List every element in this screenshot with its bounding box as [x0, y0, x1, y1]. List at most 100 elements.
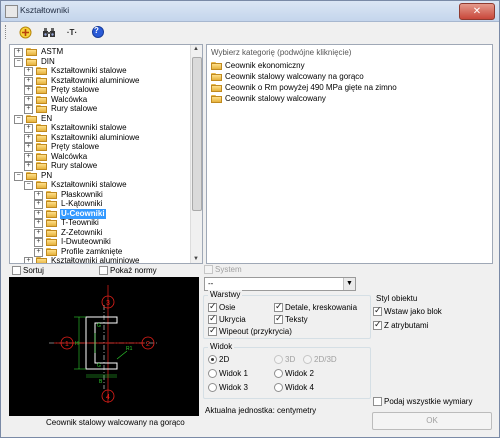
tree-item[interactable]: + Rury stalowe — [10, 161, 188, 171]
tree-item[interactable]: + T-Teowniki — [10, 218, 188, 228]
type-combobox[interactable]: -- ▼ — [204, 277, 356, 291]
tree-item[interactable]: + Pręty stalowe — [10, 142, 188, 152]
tree-item[interactable]: + Profile zamknięte — [10, 247, 188, 257]
widok-2d3d-radio[interactable] — [303, 355, 312, 364]
tree-item[interactable]: + Kształtowniki stalowe — [10, 123, 188, 133]
folder-icon — [36, 124, 47, 132]
folder-icon — [26, 57, 37, 66]
tree-item-label: I-Dwuteowniki — [61, 237, 111, 246]
tree-item[interactable]: + U-Ceowniki — [10, 208, 188, 219]
list-item[interactable]: Ceownik stalowy walcowany na gorąco — [211, 72, 481, 82]
z-atrybutami-checkbox[interactable] — [373, 319, 382, 330]
teksty-checkbox[interactable] — [274, 313, 283, 324]
tree-item-label: U-Ceowniki — [60, 208, 106, 219]
expand-icon[interactable]: + — [24, 257, 33, 263]
tree-item-label: Walcówka — [51, 94, 88, 104]
widok-4-label: Widok 4 — [285, 383, 314, 392]
list-item[interactable]: Ceownik o Rm powyżej 490 MPa gięte na zi… — [211, 83, 481, 93]
osie-checkbox[interactable] — [208, 301, 217, 312]
widok-2d-radio[interactable] — [208, 355, 217, 364]
tree-item[interactable]: + Kształtowniki aluminiowe — [10, 76, 188, 86]
scroll-thumb[interactable] — [192, 57, 202, 211]
folder-icon — [46, 219, 57, 227]
list-item[interactable]: Ceownik ekonomiczny — [211, 61, 481, 71]
wstaw-jako-blok-checkbox[interactable] — [373, 305, 382, 316]
folder-icon — [211, 84, 222, 92]
ukrycia-checkbox[interactable] — [208, 313, 217, 324]
chevron-down-icon[interactable]: ▼ — [343, 278, 355, 290]
add-icon — [19, 26, 32, 38]
tree-item[interactable]: + Kształtowniki aluminiowe — [10, 256, 188, 264]
tree-item[interactable]: − Kształtowniki stalowe — [10, 180, 188, 190]
widok-title: Widok — [208, 342, 235, 351]
help-button[interactable]: ? — [89, 24, 106, 40]
folder-icon — [36, 143, 47, 151]
list-item[interactable]: Ceownik stalowy walcowany — [211, 94, 481, 104]
tree-item[interactable]: − PN — [10, 171, 188, 181]
tree-item[interactable]: − DIN — [10, 57, 188, 67]
tree-item[interactable]: − EN — [10, 114, 188, 124]
system-checkbox[interactable] — [204, 265, 213, 274]
tree-item[interactable]: + L-Kątowniki — [10, 199, 188, 209]
folder-icon — [36, 95, 47, 104]
podaj-wymiary-checkbox[interactable] — [373, 397, 382, 406]
category-list[interactable]: Wybierz kategorię (podwójne kliknięcie) … — [206, 44, 493, 264]
tree-item[interactable]: + Z-Zetowniki — [10, 228, 188, 238]
text-tool-button[interactable]: ·T· — [61, 24, 83, 40]
tree-item-label: ASTM — [41, 47, 64, 56]
widok-2-label: Widok 2 — [285, 369, 314, 378]
tree-scrollbar[interactable]: ▲ ▼ — [190, 45, 202, 263]
tree-item-label: Kształtowniki stalowe — [51, 66, 127, 75]
tree-item[interactable]: + Kształtowniki stalowe — [10, 66, 188, 76]
tree-item[interactable]: + Kształtowniki aluminiowe — [10, 133, 188, 143]
tree-item[interactable]: + Pręty stalowe — [10, 85, 188, 95]
widok-1-label: Widok 1 — [219, 369, 248, 378]
folder-icon — [46, 209, 57, 218]
tree-item-label: Kształtowniki stalowe — [51, 180, 127, 189]
dialog-window: Kształtowniki ✕ ·T· ? ▲ ▼ + ASTM − DIN + Kszt… — [0, 0, 500, 438]
widok-1-radio[interactable] — [208, 369, 217, 378]
widok-3d-radio[interactable] — [274, 355, 283, 364]
detale-checkbox[interactable] — [274, 301, 283, 312]
ok-button[interactable]: OK — [372, 412, 492, 430]
tree-item-label: Płaskowniki — [61, 189, 103, 199]
scroll-down-icon[interactable]: ▼ — [193, 256, 199, 262]
podaj-wymiary-label: Podaj wszystkie wymiary — [384, 397, 473, 406]
add-button[interactable] — [17, 24, 34, 40]
tree-item-label: DIN — [41, 56, 55, 66]
widok-3-radio[interactable] — [208, 383, 217, 392]
toolbar-grip[interactable] — [5, 25, 9, 39]
folder-icon — [36, 76, 47, 85]
find-icon — [42, 27, 55, 37]
widok-4-radio[interactable] — [274, 383, 283, 392]
sortuj-checkbox[interactable] — [12, 266, 21, 275]
widok-2-radio[interactable] — [274, 369, 283, 378]
dim-letter: H — [75, 341, 79, 347]
channel-profile-drawing: 1 2 3 4 G G H B R1 — [49, 285, 159, 403]
wipeout-checkbox[interactable] — [208, 325, 217, 336]
tree-item[interactable]: + Płaskowniki — [10, 190, 188, 200]
tree-item-label: Pręty stalowe — [51, 142, 100, 151]
tree-item[interactable]: + Walcówka — [10, 95, 188, 105]
find-button[interactable] — [40, 24, 57, 40]
tree-item-label: L-Kątowniki — [61, 199, 103, 208]
close-button[interactable]: ✕ — [459, 3, 495, 20]
tree-item-label: Rury stalowe — [51, 104, 98, 113]
tree-item[interactable]: + Rury stalowe — [10, 104, 188, 114]
folder-icon — [211, 62, 222, 70]
norm-tree[interactable]: ▲ ▼ + ASTM − DIN + Kształtowniki stalowe + Kszt… — [9, 44, 203, 264]
tree-item[interactable]: + I-Dwuteowniki — [10, 237, 188, 247]
folder-icon — [46, 190, 57, 199]
pokaz-normy-checkbox[interactable] — [99, 266, 108, 275]
marker-2: 2 — [146, 341, 150, 348]
scroll-up-icon[interactable]: ▲ — [193, 46, 199, 52]
marker-1: 1 — [65, 341, 69, 348]
app-icon — [5, 5, 18, 18]
preview-caption: Ceownik stalowy walcowany na gorąco — [46, 418, 185, 427]
tree-item[interactable]: + Walcówka — [10, 152, 188, 162]
tree-item[interactable]: + ASTM — [10, 47, 188, 57]
widok-3-label: Widok 3 — [219, 383, 248, 392]
tree-item-label: Kształtowniki aluminiowe — [51, 256, 140, 264]
tree-item-label: Kształtowniki aluminiowe — [51, 132, 140, 142]
title-bar[interactable]: Kształtowniki ✕ — [1, 1, 499, 22]
